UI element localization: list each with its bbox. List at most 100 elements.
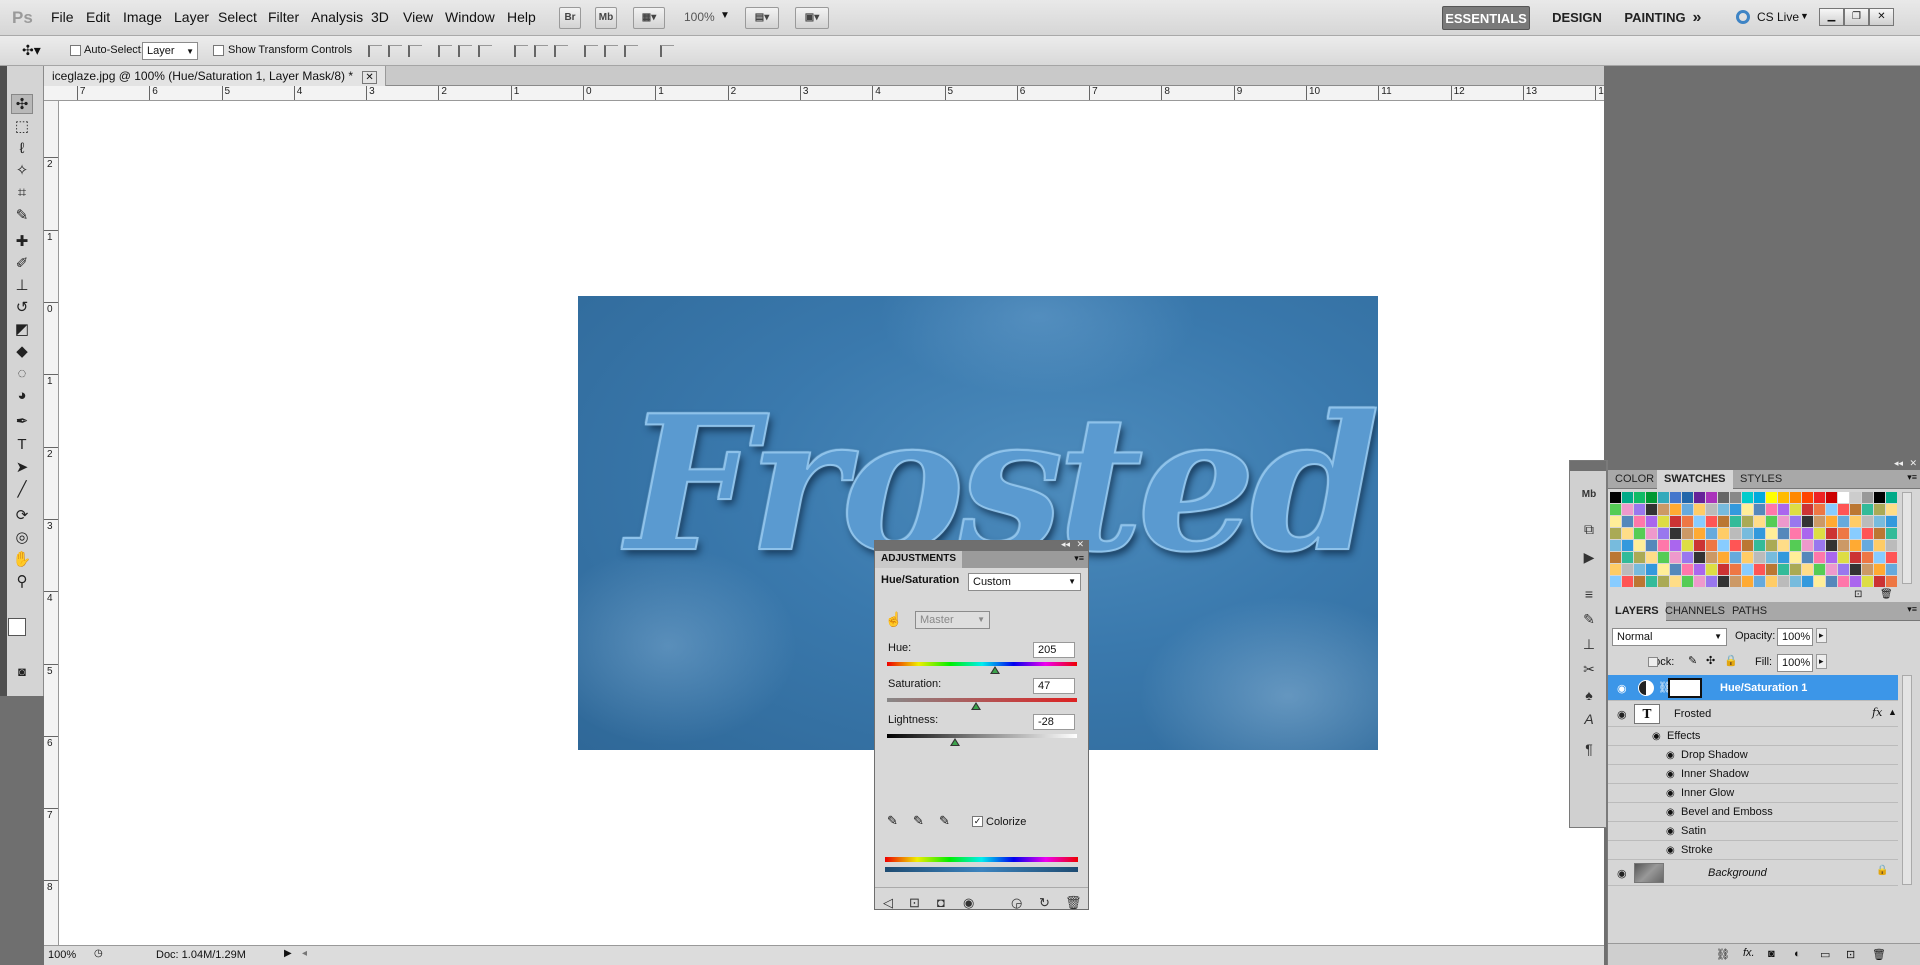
- swatch[interactable]: [1874, 564, 1885, 575]
- swatch[interactable]: [1754, 552, 1765, 563]
- swatch[interactable]: [1658, 516, 1669, 527]
- swatch[interactable]: [1802, 492, 1813, 503]
- swatch[interactable]: [1766, 504, 1777, 515]
- swatch[interactable]: [1634, 552, 1645, 563]
- lock-all-icon[interactable]: 🔒: [1724, 654, 1738, 667]
- clone-stamp-icon[interactable]: ⊥: [11, 276, 33, 296]
- swatch[interactable]: [1790, 492, 1801, 503]
- swatch[interactable]: [1766, 528, 1777, 539]
- swatch[interactable]: [1646, 564, 1657, 575]
- lock-transparent-icon[interactable]: [1648, 657, 1658, 667]
- swatch[interactable]: [1838, 540, 1849, 551]
- quick-mask-icon[interactable]: ◙: [11, 662, 33, 682]
- swatch[interactable]: [1802, 516, 1813, 527]
- swatch[interactable]: [1634, 492, 1645, 503]
- new-swatch-icon[interactable]: ⊡: [1854, 589, 1862, 600]
- swatch[interactable]: [1850, 576, 1861, 587]
- swatch[interactable]: [1742, 528, 1753, 539]
- layer-name[interactable]: Hue/Saturation 1: [1720, 682, 1807, 694]
- actions-icon[interactable]: ▶: [1579, 549, 1599, 567]
- new-group-icon[interactable]: ▭: [1820, 948, 1830, 961]
- scroll-left-icon[interactable]: ◂: [302, 948, 307, 959]
- panel-menu-icon[interactable]: ▾≡: [1074, 553, 1084, 564]
- lasso-tool-icon[interactable]: ℓ: [11, 139, 33, 159]
- swatch[interactable]: [1826, 528, 1837, 539]
- swatch[interactable]: [1754, 492, 1765, 503]
- swatch[interactable]: [1742, 564, 1753, 575]
- distribute-left-icon[interactable]: [584, 45, 598, 57]
- swatch[interactable]: [1622, 552, 1633, 563]
- align-top-icon[interactable]: [368, 45, 382, 57]
- path-select-icon[interactable]: ➤: [11, 458, 33, 478]
- swatch[interactable]: [1850, 492, 1861, 503]
- align-bottom-icon[interactable]: [408, 45, 422, 57]
- swatch[interactable]: [1814, 576, 1825, 587]
- collapse-icon[interactable]: ◂◂: [1061, 539, 1070, 550]
- swatch[interactable]: [1862, 540, 1873, 551]
- close-icon[interactable]: ✕: [1869, 8, 1894, 26]
- tab-channels[interactable]: CHANNELS: [1658, 602, 1732, 621]
- swatch[interactable]: [1646, 492, 1657, 503]
- swatch[interactable]: [1862, 528, 1873, 539]
- swatch[interactable]: [1658, 576, 1669, 587]
- swatch[interactable]: [1622, 492, 1633, 503]
- opacity-input[interactable]: 100%: [1777, 628, 1813, 646]
- saturation-input[interactable]: 47: [1033, 678, 1075, 694]
- swatch[interactable]: [1610, 576, 1621, 587]
- distribute-right-icon[interactable]: [624, 45, 638, 57]
- swatch[interactable]: [1766, 564, 1777, 575]
- swatch[interactable]: [1826, 576, 1837, 587]
- effect-row[interactable]: ◉ Bevel and Emboss: [1608, 803, 1898, 822]
- swatch[interactable]: [1694, 576, 1705, 587]
- distribute-vcenter-icon[interactable]: [534, 45, 548, 57]
- swatch[interactable]: [1718, 492, 1729, 503]
- type-tool-icon[interactable]: T: [11, 435, 33, 455]
- effect-row[interactable]: ◉ Drop Shadow: [1608, 746, 1898, 765]
- swatch[interactable]: [1778, 540, 1789, 551]
- move-tool-icon[interactable]: ✣: [11, 94, 33, 114]
- swatch[interactable]: [1886, 576, 1897, 587]
- swatch[interactable]: [1838, 576, 1849, 587]
- reset-icon[interactable]: ↻: [1039, 895, 1050, 911]
- swatch[interactable]: [1706, 576, 1717, 587]
- tab-styles[interactable]: STYLES: [1733, 470, 1789, 489]
- swatch[interactable]: [1766, 576, 1777, 587]
- swatch[interactable]: [1658, 564, 1669, 575]
- swatch[interactable]: [1634, 564, 1645, 575]
- swatch[interactable]: [1874, 552, 1885, 563]
- healing-brush-icon[interactable]: ✚: [11, 232, 33, 252]
- swatch[interactable]: [1754, 528, 1765, 539]
- swatch[interactable]: [1766, 552, 1777, 563]
- swatch[interactable]: [1682, 504, 1693, 515]
- swatch[interactable]: [1778, 564, 1789, 575]
- swatch[interactable]: [1646, 576, 1657, 587]
- auto-select-checkbox[interactable]: [70, 45, 81, 56]
- swatch[interactable]: [1778, 516, 1789, 527]
- swatch[interactable]: [1790, 564, 1801, 575]
- menu-file[interactable]: File: [51, 9, 74, 25]
- swatch[interactable]: [1670, 492, 1681, 503]
- dock-header[interactable]: [1570, 461, 1606, 471]
- swatch[interactable]: [1658, 504, 1669, 515]
- swatch[interactable]: [1694, 564, 1705, 575]
- effect-eye-icon[interactable]: ◉: [1666, 788, 1675, 799]
- swatch[interactable]: [1850, 540, 1861, 551]
- swatch[interactable]: [1754, 564, 1765, 575]
- layer-row-hue-saturation[interactable]: ◉ ⛓ Hue/Saturation 1: [1608, 675, 1898, 701]
- swatch[interactable]: [1682, 516, 1693, 527]
- swatch[interactable]: [1634, 504, 1645, 515]
- swatch[interactable]: [1670, 516, 1681, 527]
- status-zoom[interactable]: 100%: [48, 949, 76, 961]
- history-brush-icon[interactable]: ↺: [11, 298, 33, 318]
- hue-slider-track[interactable]: [887, 662, 1077, 666]
- swatch[interactable]: [1706, 516, 1717, 527]
- back-icon[interactable]: ◁: [883, 895, 893, 911]
- swatch[interactable]: [1826, 516, 1837, 527]
- swatch[interactable]: [1730, 504, 1741, 515]
- expand-effects-icon[interactable]: ▲: [1888, 707, 1897, 717]
- lock-position-icon[interactable]: ✣: [1706, 654, 1715, 667]
- swatch[interactable]: [1850, 564, 1861, 575]
- lock-pixels-icon[interactable]: ✎: [1688, 654, 1697, 667]
- swatch[interactable]: [1790, 528, 1801, 539]
- foreground-color-swatch[interactable]: [8, 618, 26, 636]
